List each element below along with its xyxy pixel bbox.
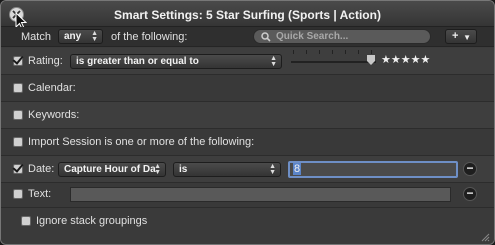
date-checkbox[interactable]	[13, 164, 23, 174]
options-footer: Ignore stack groupings	[1, 208, 494, 244]
rating-slider-track[interactable]	[291, 61, 376, 63]
keywords-rule-row: Keywords:	[1, 102, 494, 129]
calendar-checkbox[interactable]	[13, 83, 23, 93]
keywords-checkbox[interactable]	[13, 110, 23, 120]
rating-stars: ★★★★★	[381, 54, 431, 66]
add-rule-menu-button[interactable]: + ▼	[445, 29, 477, 44]
text-checkbox[interactable]	[13, 189, 23, 199]
dropdown-arrows-icon: ▲ ▼	[91, 30, 98, 43]
text-rule-row: Text: −	[1, 183, 494, 208]
match-mode-dropdown[interactable]: any ▲ ▼	[58, 29, 103, 44]
minus-icon: −	[466, 186, 474, 200]
rating-checkbox[interactable]	[13, 56, 23, 66]
match-mode-value: any	[64, 31, 82, 42]
text-label: Text:	[28, 188, 52, 200]
rating-label: Rating:	[28, 55, 63, 67]
date-operator-dropdown[interactable]: is ▲ ▼	[173, 162, 281, 177]
minus-icon: −	[466, 161, 474, 175]
rating-slider-thumb[interactable]	[367, 55, 375, 65]
date-field-dropdown[interactable]: Capture Hour of Da ▲ ▼	[58, 162, 166, 177]
match-suffix-label: of the following:	[111, 31, 188, 43]
smart-settings-window: Smart Settings: 5 Star Surfing (Sports |…	[0, 0, 495, 245]
dropdown-arrows-icon: ▲ ▼	[269, 163, 276, 176]
search-placeholder: Quick Search...	[276, 31, 349, 42]
date-value-input[interactable]: 8	[288, 161, 458, 178]
window-title: Smart Settings: 5 Star Surfing (Sports |…	[114, 8, 381, 22]
calendar-label: Calendar:	[28, 82, 76, 94]
calendar-rule-row: Calendar:	[1, 75, 494, 102]
search-icon	[261, 32, 271, 42]
quick-search-field[interactable]: Quick Search...	[253, 29, 431, 44]
date-rule-row: Date: Capture Hour of Da ▲ ▼ is ▲ ▼ 8 −	[1, 156, 494, 183]
rating-operator-value: is greater than or equal to	[76, 56, 199, 67]
text-search-input[interactable]	[70, 187, 451, 202]
match-row: Match any ▲ ▼ of the following: Quick Sea…	[1, 27, 494, 47]
ignore-stack-checkbox[interactable]	[21, 216, 31, 226]
date-field-value: Capture Hour of Da	[64, 164, 156, 175]
keywords-label: Keywords:	[28, 109, 80, 121]
import-session-checkbox[interactable]	[13, 137, 23, 147]
date-value-text: 8	[293, 163, 302, 175]
remove-date-rule-button[interactable]: −	[463, 162, 477, 176]
date-operator-value: is	[179, 164, 188, 175]
date-label: Date:	[28, 163, 55, 175]
chevron-down-icon: ▼	[463, 33, 471, 42]
resize-grip-icon[interactable]	[480, 232, 490, 242]
rating-slider-ticks	[293, 50, 373, 55]
title-bar: Smart Settings: 5 Star Surfing (Sports |…	[1, 1, 494, 30]
dropdown-arrows-icon: ▲ ▼	[154, 163, 161, 176]
import-session-rule-row: Import Session is one or more of the fol…	[1, 129, 494, 156]
rating-rule-row: Rating: is greater than or equal to ▲ ▼ ★…	[1, 48, 494, 75]
dropdown-arrows-icon: ▲ ▼	[270, 55, 277, 68]
import-session-label: Import Session is one or more of the fol…	[28, 136, 255, 148]
ignore-stack-label: Ignore stack groupings	[36, 215, 148, 227]
rating-operator-dropdown[interactable]: is greater than or equal to ▲ ▼	[70, 54, 282, 69]
plus-icon: +	[452, 30, 459, 42]
match-label: Match	[21, 31, 51, 43]
remove-text-rule-button[interactable]: −	[463, 187, 477, 201]
